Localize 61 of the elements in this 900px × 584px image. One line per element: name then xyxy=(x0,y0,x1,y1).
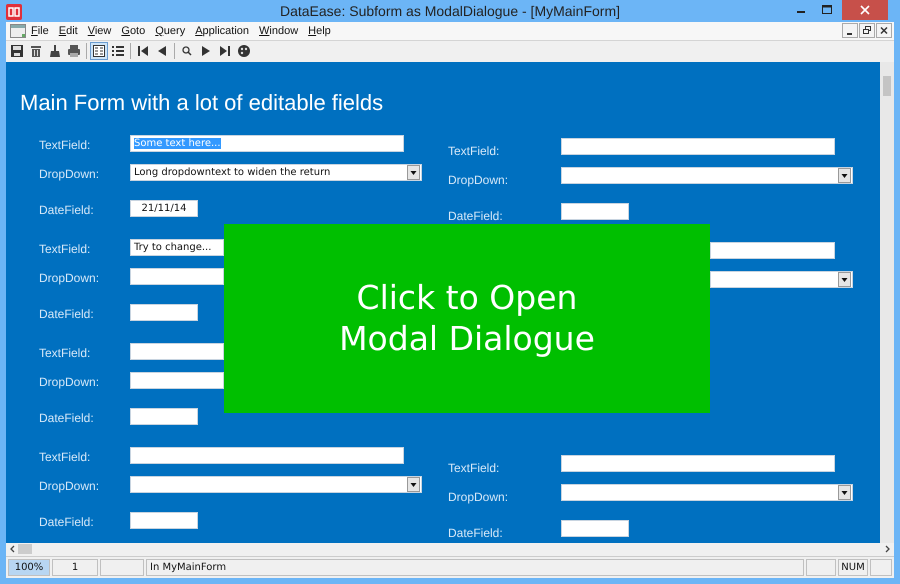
status-cell: NUM xyxy=(838,558,868,576)
scrollbar-thumb[interactable] xyxy=(883,76,891,96)
date-field[interactable] xyxy=(561,520,629,537)
status-cell: In MyMainForm xyxy=(146,558,804,576)
date-field[interactable] xyxy=(130,512,198,529)
status-cell: 1 xyxy=(52,558,98,576)
restore-icon[interactable] xyxy=(859,23,875,38)
scroll-right-icon[interactable] xyxy=(885,545,891,554)
dropdown[interactable] xyxy=(710,270,853,288)
window-title: DataEase: Subform as ModalDialogue - [MyMainForm] xyxy=(280,3,620,19)
field-label: TextField: xyxy=(39,344,92,360)
close-icon[interactable] xyxy=(876,23,892,38)
field-label: TextField: xyxy=(39,240,92,256)
field-label: TextField: xyxy=(39,136,92,152)
field-label: DropDown: xyxy=(448,488,510,504)
field-label: DateField: xyxy=(448,524,504,540)
text-field[interactable] xyxy=(561,138,835,155)
document-icon[interactable] xyxy=(10,24,26,38)
field-label: DateField: xyxy=(448,208,504,223)
field-label: DropDown: xyxy=(448,172,510,187)
field-label: DateField: xyxy=(39,306,95,321)
dropdown[interactable] xyxy=(130,372,224,389)
field-label: DateField: xyxy=(39,410,95,425)
field-label: DropDown: xyxy=(39,478,100,493)
menu-item[interactable]: View xyxy=(82,24,116,37)
field-label: DropDown: xyxy=(39,166,100,181)
date-field[interactable] xyxy=(130,304,198,321)
field-label: TextField: xyxy=(448,142,500,158)
minimize-icon[interactable] xyxy=(842,23,858,38)
dropdown[interactable] xyxy=(561,166,853,184)
date-field[interactable]: 21/11/14 xyxy=(130,200,198,217)
field-label: DateField: xyxy=(39,202,95,217)
menu-item[interactable]: File xyxy=(26,24,54,37)
field-label: TextField: xyxy=(39,448,92,464)
field-label: DateField: xyxy=(39,514,95,529)
field-label: DropDown: xyxy=(39,374,100,389)
form-title: Main Form with a lot of editable fields xyxy=(20,90,384,117)
text-field[interactable] xyxy=(710,242,835,259)
date-field[interactable] xyxy=(130,408,198,425)
text-field[interactable] xyxy=(561,454,835,472)
menu-item[interactable]: Query xyxy=(150,24,190,37)
text-field[interactable] xyxy=(130,342,224,360)
dropdown[interactable] xyxy=(130,268,224,285)
dropdown[interactable]: Long dropdowntext to widen the return xyxy=(130,164,422,181)
menu-item[interactable]: Window xyxy=(254,24,304,37)
menu-item[interactable]: Edit xyxy=(54,24,83,37)
menu-item[interactable]: Application xyxy=(190,24,254,37)
menu-item[interactable]: Help xyxy=(303,24,336,37)
text-field[interactable]: Try to change... xyxy=(130,238,224,256)
dropdown[interactable] xyxy=(561,484,853,501)
menu-item[interactable]: Goto xyxy=(116,24,150,37)
scrollbar-thumb[interactable] xyxy=(18,544,32,554)
scroll-left-icon[interactable] xyxy=(9,545,15,554)
status-cell: 100% xyxy=(8,558,50,576)
app-logo-icon xyxy=(6,4,22,20)
vertical-scrollbar[interactable] xyxy=(880,62,894,543)
field-label: DropDown: xyxy=(39,270,100,285)
field-label: TextField: xyxy=(448,460,500,475)
date-field[interactable] xyxy=(561,202,629,220)
dropdown[interactable] xyxy=(130,476,422,493)
text-field[interactable] xyxy=(130,446,404,464)
